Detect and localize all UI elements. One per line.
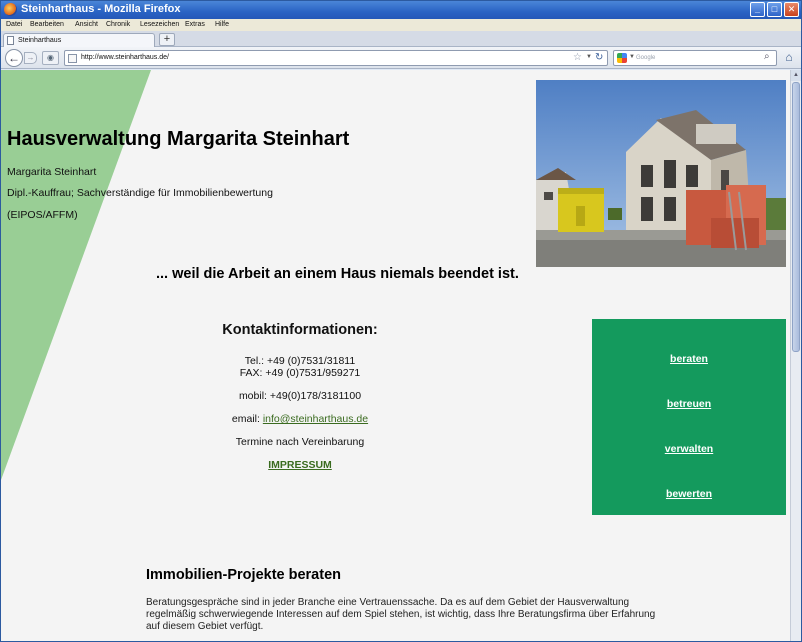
- contact-email-prefix: email:: [231, 413, 263, 425]
- firefox-icon: [4, 3, 17, 16]
- nav-link-beraten[interactable]: beraten: [592, 353, 786, 365]
- nav-link-verwalten[interactable]: verwalten: [592, 443, 786, 455]
- impressum-link[interactable]: IMPRESSUM: [268, 459, 332, 471]
- contact-appointments: Termine nach Vereinbarung: [235, 436, 365, 448]
- tab-steinharthaus[interactable]: Steinharthaus: [3, 33, 155, 47]
- site-identity-button[interactable]: ◉: [42, 51, 59, 65]
- section-text: Beratungsgespräche sind in jeder Branche…: [146, 597, 656, 632]
- nav-link-bewerten[interactable]: bewerten: [592, 488, 786, 500]
- vertical-scrollbar[interactable]: ▲: [790, 70, 801, 641]
- page-content: Hausverwaltung Margarita Steinhart Marga…: [1, 70, 790, 641]
- page-favicon: [68, 54, 77, 63]
- email-link[interactable]: info@steinharthaus.de: [263, 413, 368, 425]
- contact-email: email: info@steinharthaus.de: [191, 413, 409, 425]
- nav-link-betreuen[interactable]: betreuen: [592, 398, 786, 410]
- contact-tel: Tel.: +49 (0)7531/31811: [244, 355, 356, 367]
- menu-bar: Datei Bearbeiten Ansicht Chronik Lesezei…: [1, 19, 801, 31]
- menu-bearbeiten[interactable]: Bearbeiten: [30, 21, 64, 28]
- navigation-toolbar: ← → ◉ http://www.steinharthaus.de/ ☆ ▼ ↻…: [1, 47, 801, 69]
- menu-chronik[interactable]: Chronik: [106, 21, 130, 28]
- contact-block: Kontaktinformationen: Tel.: +49 (0)7531/…: [191, 322, 409, 471]
- url-bar[interactable]: http://www.steinharthaus.de/ ☆ ▼ ↻: [64, 50, 608, 66]
- forward-button[interactable]: →: [24, 52, 37, 64]
- house-construction-photo: [536, 80, 786, 267]
- arrow-right-icon: →: [26, 53, 35, 62]
- owner-qualification: Dipl.-Kauffrau; Sachverständige für Immo…: [7, 187, 273, 199]
- tagline: ... weil die Arbeit an einem Haus niemal…: [156, 266, 519, 282]
- search-bar[interactable]: ▼ Google ⌕: [613, 50, 777, 66]
- menu-ansicht[interactable]: Ansicht: [75, 21, 98, 28]
- service-nav-box: beraten betreuen verwalten bewerten: [592, 319, 786, 515]
- tab-strip: Steinharthaus +: [1, 31, 801, 47]
- contact-heading: Kontaktinformationen:: [222, 322, 378, 338]
- section-title: Immobilien-Projekte beraten: [146, 567, 341, 583]
- search-icon[interactable]: ⌕: [764, 51, 770, 62]
- contact-mobil: mobil: +49(0)178/3181100: [238, 390, 362, 402]
- home-icon: ⌂: [785, 50, 793, 64]
- page-icon: [7, 36, 14, 45]
- contact-fax: FAX: +49 (0)7531/959271: [239, 367, 361, 379]
- tab-label: Steinharthaus: [18, 37, 62, 44]
- close-button[interactable]: ✕: [784, 2, 799, 17]
- home-button[interactable]: ⌂: [781, 50, 797, 66]
- scrollbar-thumb[interactable]: [792, 82, 800, 352]
- new-tab-button[interactable]: +: [159, 33, 175, 46]
- maximize-button[interactable]: □: [767, 2, 782, 17]
- title-bar: Steinharthaus - Mozilla Firefox _ □ ✕: [1, 1, 801, 19]
- owner-certification: (EIPOS/AFFM): [7, 209, 78, 221]
- menu-hilfe[interactable]: Hilfe: [215, 21, 229, 28]
- menu-lesezeichen[interactable]: Lesezeichen: [140, 21, 179, 28]
- reload-icon[interactable]: ↻: [595, 52, 603, 63]
- globe-icon: ◉: [47, 53, 54, 62]
- google-icon[interactable]: [617, 53, 627, 63]
- url-text: http://www.steinharthaus.de/: [81, 54, 169, 61]
- owner-name: Margarita Steinhart: [7, 166, 97, 178]
- arrow-left-icon: ←: [8, 51, 20, 65]
- bookmark-star-icon[interactable]: ☆: [573, 52, 582, 63]
- engine-dropdown-icon[interactable]: ▼: [629, 54, 635, 60]
- scroll-up-arrow-icon[interactable]: ▲: [791, 70, 801, 81]
- menu-datei[interactable]: Datei: [6, 21, 22, 28]
- search-placeholder: Google: [636, 55, 656, 61]
- minimize-button[interactable]: _: [750, 2, 765, 17]
- page-title: Hausverwaltung Margarita Steinhart: [7, 128, 350, 150]
- window-title: Steinharthaus - Mozilla Firefox: [21, 3, 181, 15]
- menu-extras[interactable]: Extras: [185, 21, 205, 28]
- back-button[interactable]: ←: [5, 49, 23, 67]
- browser-window: Steinharthaus - Mozilla Firefox _ □ ✕ Da…: [0, 0, 802, 642]
- history-dropdown-icon[interactable]: ▼: [586, 54, 592, 60]
